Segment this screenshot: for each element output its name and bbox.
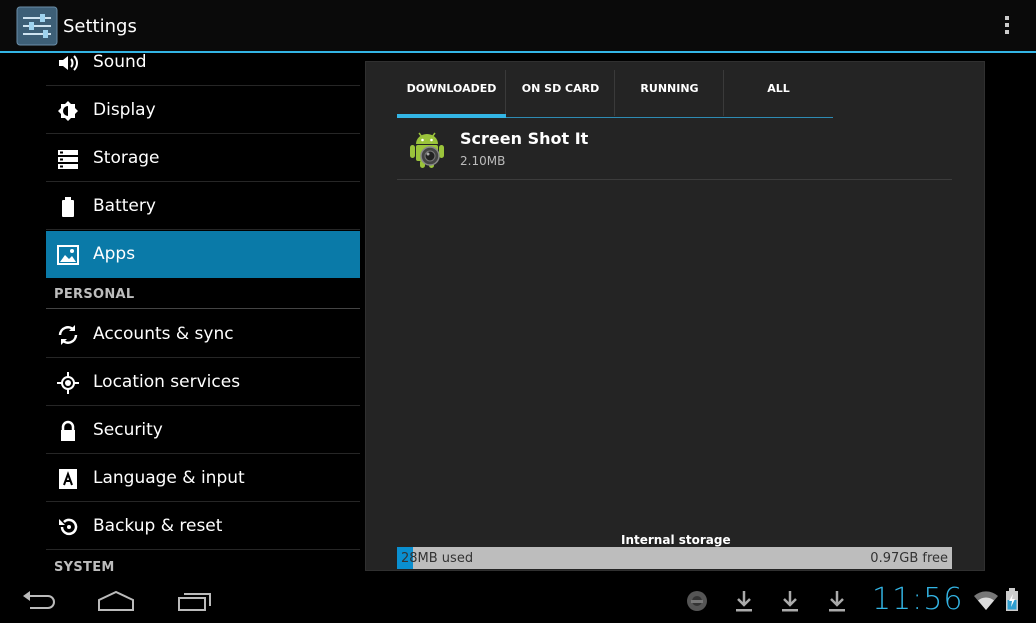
language-icon <box>56 467 80 491</box>
storage-free-text: 0.97GB free <box>870 551 948 566</box>
apps-icon <box>56 243 80 267</box>
app-size: 2.10MB <box>460 154 506 168</box>
tab-all[interactable]: ALL <box>724 70 833 118</box>
sidebar-item-battery[interactable]: Battery <box>46 183 360 230</box>
settings-icon[interactable] <box>16 6 58 46</box>
lock-icon <box>56 419 80 443</box>
settings-sidebar: Sound Display Storage Battery Apps PERSO… <box>0 53 362 580</box>
app-name: Screen Shot It <box>460 129 589 148</box>
battery-charging-icon[interactable] <box>1005 588 1019 612</box>
clock[interactable]: 11:56 <box>872 582 963 617</box>
sidebar-item-label: Backup & reset <box>93 516 223 536</box>
wifi-icon[interactable] <box>973 589 999 611</box>
back-icon[interactable] <box>20 588 60 614</box>
home-icon[interactable] <box>96 588 136 614</box>
tab-label: RUNNING <box>640 82 699 95</box>
sync-icon <box>56 323 80 347</box>
action-bar: Settings <box>0 0 1036 53</box>
sidebar-item-label: Sound <box>93 53 147 72</box>
sidebar-item-label: Language & input <box>93 468 245 488</box>
sidebar-item-security[interactable]: Security <box>46 407 360 454</box>
overflow-menu-icon[interactable] <box>1004 16 1010 38</box>
backup-icon <box>56 515 80 539</box>
sidebar-item-label: Accounts & sync <box>93 324 234 344</box>
section-header-personal: PERSONAL <box>54 287 135 302</box>
tab-label: ALL <box>767 82 790 95</box>
sidebar-item-label: Display <box>93 100 156 120</box>
sidebar-item-apps[interactable]: Apps <box>46 231 360 278</box>
battery-icon <box>56 195 80 219</box>
sidebar-item-location[interactable]: Location services <box>46 359 360 406</box>
sidebar-item-label: Security <box>93 420 163 440</box>
list-item[interactable]: Screen Shot It 2.10MB <box>397 124 952 180</box>
screenshot-notif-icon[interactable] <box>686 588 708 614</box>
tab-label: DOWNLOADED <box>406 82 497 95</box>
sidebar-item-label: Battery <box>93 196 156 216</box>
download-icon[interactable] <box>826 588 848 614</box>
page-title: Settings <box>63 16 137 37</box>
sidebar-item-accounts-sync[interactable]: Accounts & sync <box>46 311 360 358</box>
sidebar-item-storage[interactable]: Storage <box>46 135 360 182</box>
section-divider <box>46 308 360 309</box>
download-icon[interactable] <box>733 588 755 614</box>
android-icon <box>407 128 447 170</box>
sidebar-item-label: Storage <box>93 148 160 168</box>
apps-tabs: DOWNLOADED ON SD CARD RUNNING ALL <box>397 70 833 118</box>
tab-downloaded[interactable]: DOWNLOADED <box>397 70 506 118</box>
location-icon <box>56 371 80 395</box>
tab-label: ON SD CARD <box>521 82 600 95</box>
storage-label: Internal storage <box>621 533 731 547</box>
section-header-system: SYSTEM <box>54 560 115 575</box>
storage-icon <box>56 147 80 171</box>
sidebar-item-display[interactable]: Display <box>46 87 360 134</box>
apps-pane: DOWNLOADED ON SD CARD RUNNING ALL Screen… <box>365 61 985 571</box>
sidebar-item-sound[interactable]: Sound <box>46 53 360 86</box>
sidebar-item-language-input[interactable]: Language & input <box>46 455 360 502</box>
sidebar-item-backup-reset[interactable]: Backup & reset <box>46 503 360 550</box>
storage-usage-bar: 28MB used 0.97GB free <box>397 547 952 569</box>
recent-apps-icon[interactable] <box>175 588 215 614</box>
download-icon[interactable] <box>779 588 801 614</box>
system-bar: 11:56 <box>0 580 1036 623</box>
storage-used-text: 28MB used <box>401 551 474 566</box>
tab-running[interactable]: RUNNING <box>615 70 724 118</box>
display-icon <box>56 99 80 123</box>
tab-on-sd-card[interactable]: ON SD CARD <box>506 70 615 118</box>
sidebar-item-label: Apps <box>93 244 136 264</box>
sound-icon <box>56 53 80 75</box>
sidebar-item-label: Location services <box>93 372 241 392</box>
